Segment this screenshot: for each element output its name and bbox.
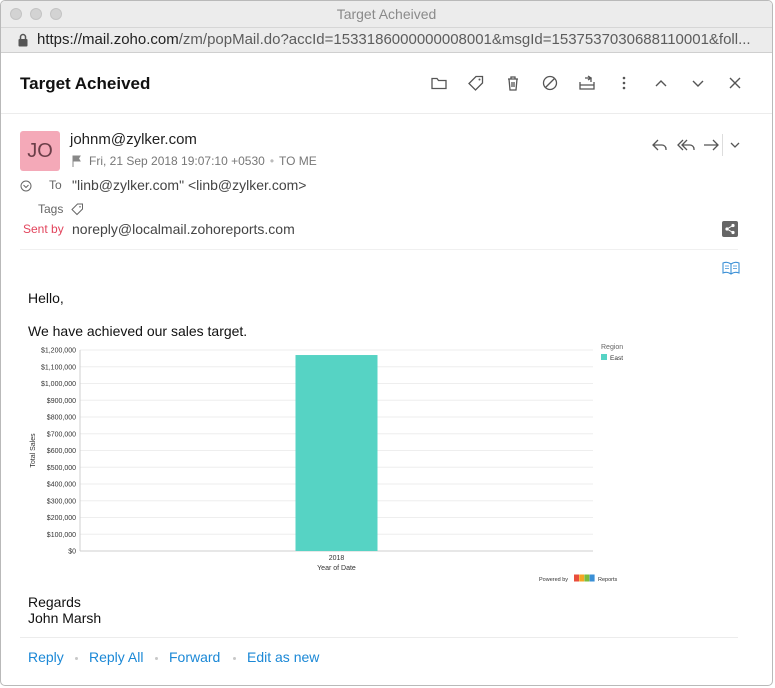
- y-tick-label: $0: [68, 549, 76, 556]
- tag-button[interactable]: [466, 73, 486, 93]
- y-tick-label: $900,000: [47, 398, 76, 405]
- zoho-logo-block: [589, 574, 595, 582]
- flag-icon[interactable]: [72, 155, 82, 167]
- close-icon: [729, 77, 741, 89]
- lock-icon: [18, 33, 28, 47]
- zoho-logo-block: [584, 574, 590, 582]
- reply-all-icon-button[interactable]: [677, 137, 699, 155]
- y-tick-label: $200,000: [47, 515, 76, 522]
- forward-icon-button[interactable]: [702, 137, 722, 155]
- sent-by-value[interactable]: noreply@localmail.zohoreports.com: [72, 221, 295, 237]
- address-bar[interactable]: https://mail.zoho.com/zm/popMail.do?accI…: [1, 28, 772, 53]
- message-header: Target Acheived: [1, 53, 772, 114]
- chevron-up-icon: [655, 80, 667, 87]
- message-date: Fri, 21 Sep 2018 19:07:10 +0530 • TO ME: [89, 154, 317, 168]
- greeting-text: Hello,: [28, 290, 64, 306]
- separator-dot: [155, 657, 158, 660]
- y-tick-label: $1,000,000: [41, 381, 76, 388]
- forward-link[interactable]: Forward: [169, 649, 220, 665]
- y-tick-label: $400,000: [47, 482, 76, 489]
- reply-icon-button[interactable]: [651, 137, 671, 155]
- reply-link[interactable]: Reply: [28, 649, 64, 665]
- sender-email[interactable]: johnm@zylker.com: [70, 131, 197, 148]
- forward-icon: [704, 139, 719, 151]
- zoho-logo-block: [579, 574, 585, 582]
- separator-dot: [233, 657, 236, 660]
- y-tick-label: $500,000: [47, 465, 76, 472]
- date-text: Fri, 21 Sep 2018 19:07:10 +0530: [89, 154, 265, 168]
- footer-divider: [20, 637, 738, 638]
- block-icon: [542, 75, 558, 91]
- chevron-down-icon: [692, 80, 704, 87]
- y-tick-label: $600,000: [47, 448, 76, 455]
- more-reply-options-button[interactable]: [728, 137, 742, 155]
- mark-spam-button[interactable]: [540, 73, 560, 93]
- y-tick-label: $800,000: [47, 415, 76, 422]
- brand-reports-text: Reports: [598, 577, 618, 583]
- body-line: We have achieved our sales target.: [28, 323, 248, 339]
- y-tick-label: $100,000: [47, 532, 76, 539]
- close-message-button[interactable]: [725, 73, 745, 93]
- share-button[interactable]: [722, 221, 738, 237]
- to-label: To: [49, 178, 62, 192]
- tag-icon: [468, 75, 484, 91]
- archive-icon: [579, 75, 595, 90]
- chevron-down-icon: [730, 142, 740, 148]
- reply-all-link[interactable]: Reply All: [89, 649, 143, 665]
- more-options-button[interactable]: [614, 73, 634, 93]
- bar-east-2018: [295, 355, 378, 551]
- more-vertical-icon: [622, 76, 626, 90]
- sales-chart: $0 $100,000 $200,000 $300,000 $400,000 $500,0…: [30, 344, 623, 583]
- to-recipient[interactable]: "linb@zylker.com" <linb@zylker.com>: [72, 177, 306, 193]
- message-subject: Target Acheived: [20, 74, 151, 93]
- trash-icon: [508, 76, 518, 91]
- edit-as-new-link[interactable]: Edit as new: [247, 649, 319, 665]
- y-tick-label: $700,000: [47, 431, 76, 438]
- y-tick-label: $1,100,000: [41, 364, 76, 371]
- url-host: https://mail.zoho.com: [37, 31, 179, 48]
- to-me-label: TO ME: [279, 154, 317, 168]
- reading-view-icon[interactable]: [722, 261, 740, 275]
- y-axis-label: Total Sales: [30, 433, 37, 468]
- title-bar: Target Acheived: [1, 1, 772, 28]
- url-path: /zm/popMail.do?accId=1533186000000008001…: [178, 31, 751, 48]
- y-tick-label: $300,000: [47, 498, 76, 505]
- mail-popup-window: Target Acheived https://mail.zoho.com/zm…: [0, 0, 773, 686]
- legend-title: Region: [601, 344, 623, 351]
- separator-dot: •: [269, 154, 275, 168]
- add-tag-icon[interactable]: [71, 203, 84, 216]
- next-message-button[interactable]: [688, 73, 708, 93]
- window-title: Target Acheived: [336, 6, 437, 22]
- signature-text: John Marsh: [28, 610, 102, 626]
- delete-button[interactable]: [503, 73, 523, 93]
- action-divider: [722, 134, 724, 156]
- x-axis-label: Year of Date: [317, 565, 356, 572]
- regards-text: Regards: [28, 594, 81, 610]
- previous-message-button[interactable]: [651, 73, 671, 93]
- x-tick-label: 2018: [329, 555, 345, 562]
- move-to-folder-button[interactable]: [429, 73, 449, 93]
- zoho-logo-block: [574, 574, 579, 582]
- reply-icon: [652, 139, 667, 151]
- url-text[interactable]: https://mail.zoho.com/zm/popMail.do?accI…: [37, 31, 762, 48]
- tags-label: Tags: [38, 202, 64, 216]
- legend-item-east: East: [610, 355, 623, 362]
- legend-swatch: [601, 354, 607, 360]
- separator-dot: [75, 657, 78, 660]
- share-icon: [725, 223, 735, 235]
- powered-by-text: Powered by: [539, 577, 568, 583]
- expand-details-icon[interactable]: [20, 180, 32, 192]
- y-tick-label: $1,200,000: [41, 348, 76, 355]
- sent-by-label: Sent by: [23, 222, 64, 236]
- header-divider: [20, 249, 738, 250]
- archive-button[interactable]: [577, 73, 597, 93]
- folder-icon: [431, 77, 447, 90]
- avatar: JO: [20, 131, 60, 171]
- reply-all-icon: [677, 139, 695, 151]
